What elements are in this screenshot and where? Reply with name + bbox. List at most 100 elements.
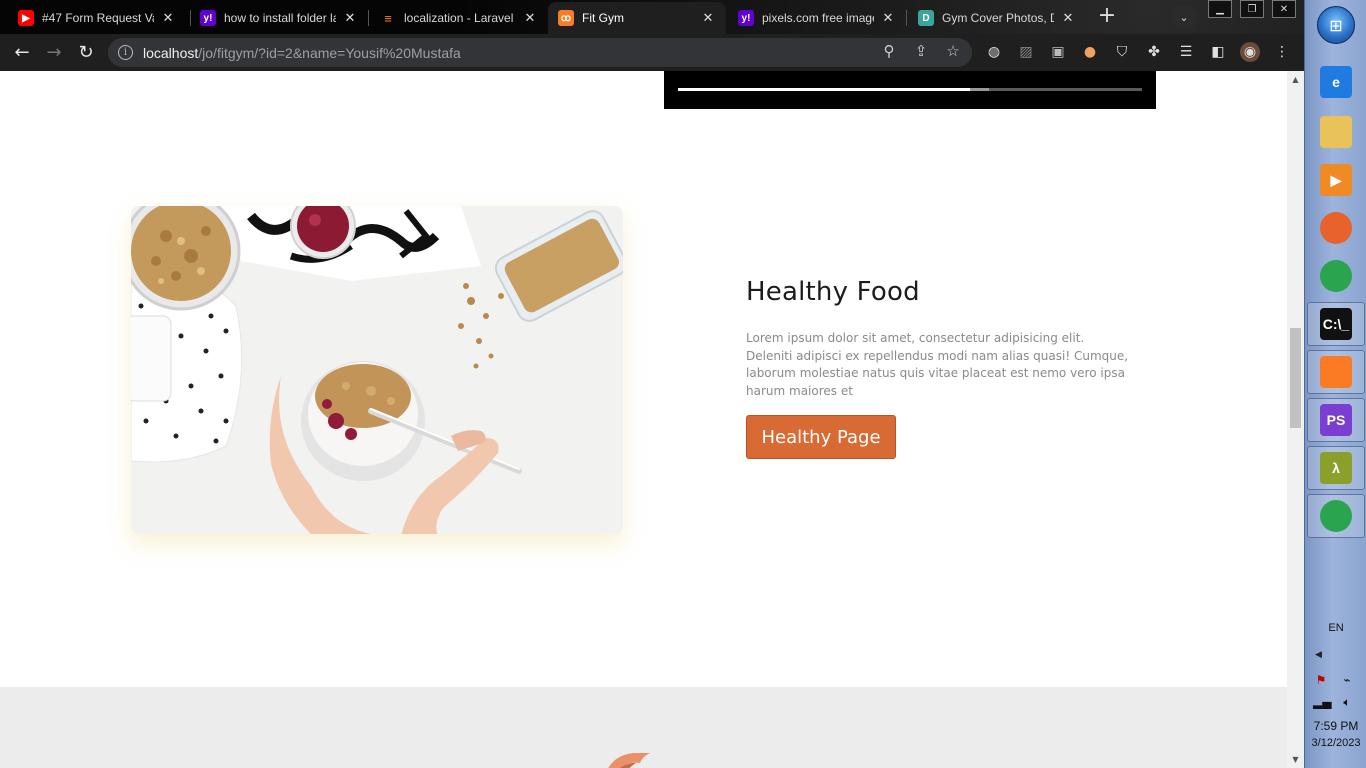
stackoverflow-icon: ≡: [384, 10, 392, 26]
restore-button[interactable]: ❐: [1240, 0, 1264, 18]
d-icon: D: [918, 10, 934, 26]
close-icon[interactable]: ✕: [1060, 10, 1076, 26]
side-panel-icon[interactable]: ◧: [1208, 42, 1228, 62]
tab-separator: [368, 10, 369, 26]
taskbar-file-explorer-button[interactable]: [1307, 110, 1365, 154]
xampp-icon: [1320, 356, 1352, 388]
yahoo-icon: y!: [200, 10, 216, 26]
network-icon[interactable]: ▂▄: [1313, 694, 1331, 710]
taskbar-firefox-button[interactable]: [1307, 206, 1365, 250]
omnibox-actions: ⚲ ⇪ ☆: [880, 42, 962, 60]
browser-tab-strip: ▶ #47 Form Request Va ✕ y! how to instal…: [0, 0, 1304, 34]
tab-title: Gym Cover Photos, Do: [942, 11, 1054, 25]
close-icon[interactable]: ✕: [342, 10, 358, 26]
window-controls: ▁ ❐ ✕: [1208, 0, 1304, 18]
zoom-icon[interactable]: ⚲: [880, 42, 898, 60]
forward-arrow-icon[interactable]: →: [38, 37, 70, 69]
info-icon[interactable]: i: [118, 45, 133, 60]
reading-list-icon[interactable]: ☰: [1176, 42, 1196, 62]
taskbar-media-player-button[interactable]: ▶: [1307, 158, 1365, 202]
tab-localization[interactable]: ≡ localization - Laravel ✕: [370, 2, 548, 34]
reload-icon[interactable]: ↻: [70, 37, 102, 69]
taskbar-xampp-button[interactable]: [1307, 350, 1365, 394]
tab-install-folder[interactable]: y! how to install folder la ✕: [190, 2, 368, 34]
page-viewport: Healthy Food Lorem ipsum dolor sit amet,…: [0, 71, 1287, 768]
yahoo-icon: y!: [738, 10, 754, 26]
taskbar-ie-button[interactable]: e: [1307, 60, 1365, 104]
tab-title: localization - Laravel: [404, 11, 514, 25]
windows-taskbar: ⊞ e ▶ C:\_ PS λ EN ◀ ⚑ ⌁ ▂▄ 🔈︎ 7:59 PM 3/12/…: [1304, 0, 1366, 768]
address-bar[interactable]: i localhost/jo/fitgym/?id=2&name=Yousif%…: [108, 38, 972, 67]
extension-orange-icon[interactable]: ●: [1080, 42, 1100, 62]
close-window-button[interactable]: ✕: [1272, 0, 1296, 18]
kebab-menu-icon[interactable]: ⋮: [1272, 42, 1292, 62]
close-icon[interactable]: ✕: [700, 10, 716, 26]
next-section: [0, 687, 1287, 768]
video-player[interactable]: [664, 71, 1156, 109]
profile-avatar[interactable]: ◉: [1240, 42, 1260, 62]
tab-separator: [906, 10, 907, 26]
media-player-icon: ▶: [1320, 164, 1352, 196]
clock-date[interactable]: 3/12/2023: [1305, 737, 1366, 749]
puzzle-icon[interactable]: ✤: [1144, 42, 1164, 62]
taskbar-lambda-button[interactable]: λ: [1307, 446, 1365, 490]
globe-extension-icon[interactable]: ◍: [984, 42, 1004, 62]
lambda-icon: λ: [1320, 452, 1352, 484]
minimize-button[interactable]: ▁: [1208, 0, 1232, 18]
extension-photo-icon[interactable]: ▣: [1048, 42, 1068, 62]
youtube-icon: ▶: [18, 10, 34, 26]
extensions-bar: ◍ ▨ ▣ ● ⛉ ✤ ☰ ◧ ◉ ⋮: [984, 42, 1292, 62]
ie-icon: e: [1320, 66, 1352, 98]
taskbar-cmd-button[interactable]: C:\_: [1307, 302, 1365, 346]
system-tray: ⚑ ⌁ ▂▄ 🔈︎: [1313, 672, 1363, 710]
close-icon[interactable]: ✕: [880, 10, 896, 26]
shield-icon[interactable]: ⛉: [1112, 42, 1132, 62]
bookmark-star-icon[interactable]: ☆: [944, 42, 962, 60]
tab-title: #47 Form Request Va: [42, 11, 154, 25]
phpstorm-icon: PS: [1320, 404, 1352, 436]
back-arrow-icon[interactable]: ←: [6, 37, 38, 69]
taskbar-chrome-running-button[interactable]: [1307, 494, 1365, 538]
tab-pixels[interactable]: y! pixels.com free image ✕: [728, 2, 906, 34]
tab-fit-gym[interactable]: ꝏ Fit Gym ✕: [548, 2, 726, 34]
scroll-thumb[interactable]: [1290, 328, 1301, 428]
close-icon[interactable]: ✕: [160, 10, 176, 26]
browser-toolbar: ← → ↻ i localhost/jo/fitgym/?id=2&name=Y…: [0, 34, 1304, 71]
tab-gym-cover[interactable]: D Gym Cover Photos, Do ✕: [908, 2, 1086, 34]
tab-title: pixels.com free image: [762, 11, 874, 25]
new-tab-button[interactable]: +: [1094, 5, 1120, 29]
share-icon[interactable]: ⇪: [912, 42, 930, 60]
action-center-flag-icon[interactable]: ⚑: [1313, 672, 1329, 688]
extension-square-icon[interactable]: ▨: [1016, 42, 1036, 62]
language-indicator[interactable]: EN: [1305, 622, 1366, 634]
start-button[interactable]: ⊞: [1317, 6, 1355, 44]
cmd-icon: C:\_: [1320, 308, 1352, 340]
clock-time[interactable]: 7:59 PM: [1305, 719, 1366, 733]
chrome-icon: [1320, 260, 1352, 292]
section-description: Lorem ipsum dolor sit amet, consectetur …: [746, 331, 1129, 398]
close-icon[interactable]: ✕: [522, 10, 538, 26]
chrome-running-icon: [1320, 500, 1352, 532]
chevron-down-icon[interactable]: ⌄: [1171, 5, 1197, 29]
scroll-down-arrow-icon[interactable]: ▼: [1287, 751, 1304, 768]
tab-title: Fit Gym: [582, 11, 624, 25]
file-explorer-icon: [1320, 116, 1352, 148]
tab-form-request[interactable]: ▶ #47 Form Request Va ✕: [8, 2, 186, 34]
video-played-fill: [678, 88, 971, 91]
taskbar-phpstorm-button[interactable]: PS: [1307, 398, 1365, 442]
url-host: localhost: [143, 44, 199, 61]
tray-expand-icon[interactable]: ◀: [1315, 650, 1322, 660]
url-path: /jo/fitgym/?id=2&name=Yousif%20Mustafa: [198, 44, 461, 61]
granola-bowl-photo: [131, 206, 623, 534]
page-scrollbar[interactable]: ▲ ▼: [1287, 71, 1304, 768]
volume-icon[interactable]: 🔈︎: [1339, 694, 1355, 710]
section-logo-icon: [608, 753, 650, 768]
video-progress-bar[interactable]: [678, 88, 1142, 91]
scroll-up-arrow-icon[interactable]: ▲: [1287, 71, 1304, 88]
section-title: Healthy Food: [746, 277, 920, 307]
healthy-page-button[interactable]: Healthy Page: [746, 415, 896, 459]
xampp-icon: ꝏ: [558, 10, 574, 26]
taskbar-chrome-button[interactable]: [1307, 254, 1365, 298]
tab-title: how to install folder la: [224, 11, 336, 25]
power-icon[interactable]: ⌁: [1339, 672, 1355, 688]
